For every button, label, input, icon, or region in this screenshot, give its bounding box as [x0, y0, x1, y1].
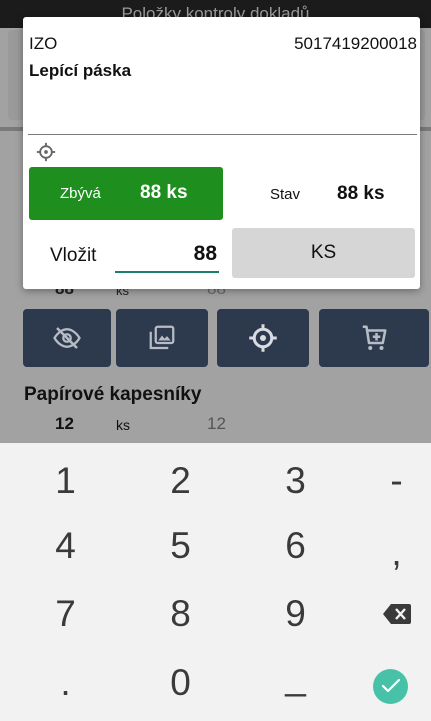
- cart-add-icon: [362, 325, 387, 350]
- key-1[interactable]: 1: [12, 453, 119, 509]
- done-button[interactable]: [373, 668, 408, 704]
- backspace-icon: [382, 604, 411, 624]
- key-9[interactable]: 9: [242, 586, 349, 642]
- insert-quantity-input[interactable]: [115, 239, 219, 269]
- insert-input-underline: [115, 271, 219, 273]
- crosshair-icon: [249, 324, 277, 352]
- product-code: 5017419200018: [294, 34, 417, 53]
- check-icon: [381, 678, 400, 693]
- crosshair-icon[interactable]: [36, 142, 56, 162]
- stock-label: Stav: [270, 186, 301, 203]
- backspace-key[interactable]: [343, 586, 431, 642]
- key-2[interactable]: 2: [127, 453, 234, 509]
- key-dot[interactable]: .: [12, 655, 119, 711]
- done-key[interactable]: [337, 658, 431, 714]
- remaining-label: Zbývá: [60, 185, 101, 202]
- key-6[interactable]: 6: [242, 518, 349, 574]
- key-3[interactable]: 3: [242, 453, 349, 509]
- key-7[interactable]: 7: [12, 586, 119, 642]
- dialog-divider: [28, 134, 417, 135]
- key-underscore[interactable]: _: [242, 649, 349, 705]
- item-stock: 12: [207, 414, 226, 433]
- item-qty: 12: [55, 414, 74, 433]
- item-name[interactable]: Papírové kapesníky: [24, 384, 201, 406]
- unit-button[interactable]: KS: [232, 228, 415, 278]
- key-minus[interactable]: -: [343, 453, 431, 509]
- key-8[interactable]: 8: [127, 586, 234, 642]
- hide-button[interactable]: [23, 309, 111, 367]
- locate-button[interactable]: [217, 309, 309, 367]
- remaining-quantity-button[interactable]: Zbývá 88 ks: [29, 167, 223, 220]
- add-to-cart-button[interactable]: [319, 309, 429, 367]
- key-4[interactable]: 4: [12, 518, 119, 574]
- key-0[interactable]: 0: [127, 655, 234, 711]
- gallery-button[interactable]: [116, 309, 208, 367]
- insert-label: Vložit: [50, 245, 97, 266]
- stock-value: 88 ks: [337, 183, 385, 204]
- izo-label: IZO: [29, 34, 58, 53]
- hide-icon: [53, 327, 81, 349]
- numeric-keypad: 1 2 3 - 4 5 6 , 7 8 9 . 0 _: [0, 443, 431, 721]
- key-comma[interactable]: ,: [343, 525, 431, 581]
- quantity-dialog: IZO 5017419200018 Lepící páska Zbývá 88 …: [23, 17, 420, 289]
- key-5[interactable]: 5: [127, 518, 234, 574]
- remaining-value: 88 ks: [140, 182, 188, 203]
- item-unit: ks: [116, 417, 130, 433]
- image-icon: [149, 325, 175, 350]
- product-name: Lepící páska: [29, 61, 132, 80]
